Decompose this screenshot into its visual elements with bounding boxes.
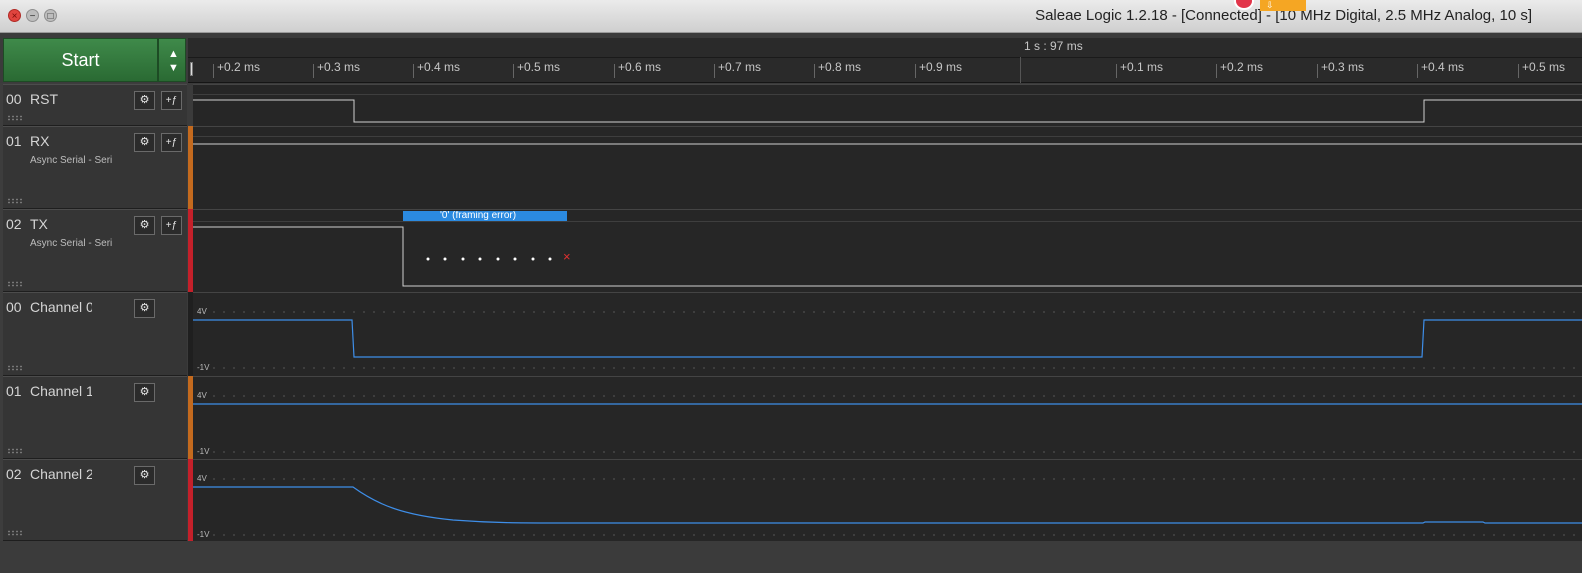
ruler-tick: +0.8 ms [813,60,862,78]
ruler-tick: +0.1 ms [1115,60,1164,78]
trigger-icon[interactable]: +ƒ [161,216,182,235]
gear-icon[interactable]: ⚙ [134,466,155,485]
analyzer-label: Async Serial - Seri [30,155,113,166]
channel-name[interactable]: RX [30,133,92,149]
channel-header-rst[interactable]: 00 RST ⚙ +ƒ [3,84,187,126]
gear-icon[interactable]: ⚙ [134,299,155,318]
channel-header-analog-1[interactable]: 01 Channel 1 ⚙ [3,376,187,459]
ruler-tick: +0.6 ms [613,60,662,78]
close-window-button[interactable]: × [8,9,21,22]
ruler-tick: +0.3 ms [1316,60,1365,78]
channel-number: 01 [6,133,22,149]
analog-2-waveform [193,478,1582,536]
ruler-tick: +0.4 ms [1416,60,1465,78]
ruler-divider [188,57,1582,58]
time-ruler[interactable]: 1 s : 97 ms +0.2 ms +0.3 ms +0.4 ms +0.5… [188,38,1582,83]
channel-header-analog-2[interactable]: 02 Channel 2 ⚙ [3,459,187,541]
title-bar: × − □ Saleae Logic 1.2.18 - [Connected] … [0,0,1582,33]
ruler-reference-time: 1 s : 97 ms [1024,39,1083,53]
analyzer-label: Async Serial - Seri [30,238,113,249]
channel-name[interactable]: Channel 0 [30,299,92,315]
rst-waveform [193,99,1582,123]
drag-handle-icon[interactable] [7,198,23,204]
waveform-rst[interactable] [193,84,1582,126]
ruler-tick: +0.3 ms [312,60,361,78]
ruler-tick: +0.2 ms [212,60,261,78]
waveform-analog-1[interactable]: 4V -1V [193,376,1582,459]
drag-handle-icon[interactable] [7,530,23,536]
drag-handle-icon[interactable] [7,115,23,121]
rx-waveform [193,143,1582,145]
overlay-badges: ⇩ [1232,0,1306,11]
waveform-tx[interactable]: '0' (framing error) × [193,209,1582,292]
analog-1-waveform [193,395,1582,453]
ruler-reference-line [1020,57,1021,83]
channel-number: 02 [6,466,22,482]
channel-number: 01 [6,383,22,399]
ruler-tick: +0.4 ms [412,60,461,78]
gear-icon[interactable]: ⚙ [134,383,155,402]
ruler-tick: +0.5 ms [512,60,561,78]
trigger-icon[interactable]: +ƒ [161,133,182,152]
down-arrow-icon: ▼ [168,62,179,74]
start-button[interactable]: Start [3,38,158,82]
ruler-tick: +0.7 ms [713,60,762,78]
start-options-button[interactable]: ▲ ▼ [158,38,186,82]
minimize-window-button[interactable]: − [26,9,39,22]
ruler-tick: +0.9 ms [914,60,963,78]
gear-icon[interactable]: ⚙ [134,133,155,152]
tx-waveform [193,226,1582,287]
maximize-window-button[interactable]: □ [44,9,57,22]
up-arrow-icon: ▲ [168,48,179,60]
ruler-tick: +0.2 ms [1215,60,1264,78]
status-area [0,541,1582,573]
ruler-tick: +0.5 ms [1517,60,1566,78]
channel-name[interactable]: Channel 1 [30,383,92,399]
download-badge[interactable]: ⇩ [1260,0,1306,11]
channel-name[interactable]: RST [30,91,92,107]
timing-cursor[interactable] [190,62,193,76]
waveform-analog-2[interactable]: 4V -1V [193,459,1582,541]
channel-header-rx[interactable]: 01 RX Async Serial - Seri ⚙ +ƒ [3,126,187,209]
drag-handle-icon[interactable] [7,365,23,371]
channel-name[interactable]: Channel 2 [30,466,92,482]
channel-header-tx[interactable]: 02 TX Async Serial - Seri ⚙ +ƒ [3,209,187,292]
channel-header-analog-0[interactable]: 00 Channel 0 ⚙ [3,292,187,376]
drag-handle-icon[interactable] [7,281,23,287]
trigger-icon[interactable]: +ƒ [161,91,182,110]
record-icon[interactable] [1234,0,1254,10]
waveform-analog-0[interactable]: 4V -1V [193,292,1582,376]
waveform-rx[interactable] [193,126,1582,209]
analog-0-waveform [193,311,1582,369]
channel-number: 00 [6,91,22,107]
channel-number: 00 [6,299,22,315]
saleae-logic-window: × − □ Saleae Logic 1.2.18 - [Connected] … [0,0,1582,573]
channel-number: 02 [6,216,22,232]
gear-icon[interactable]: ⚙ [134,216,155,235]
gear-icon[interactable]: ⚙ [134,91,155,110]
error-x-icon: × [563,249,571,264]
channel-name[interactable]: TX [30,216,92,232]
drag-handle-icon[interactable] [7,448,23,454]
